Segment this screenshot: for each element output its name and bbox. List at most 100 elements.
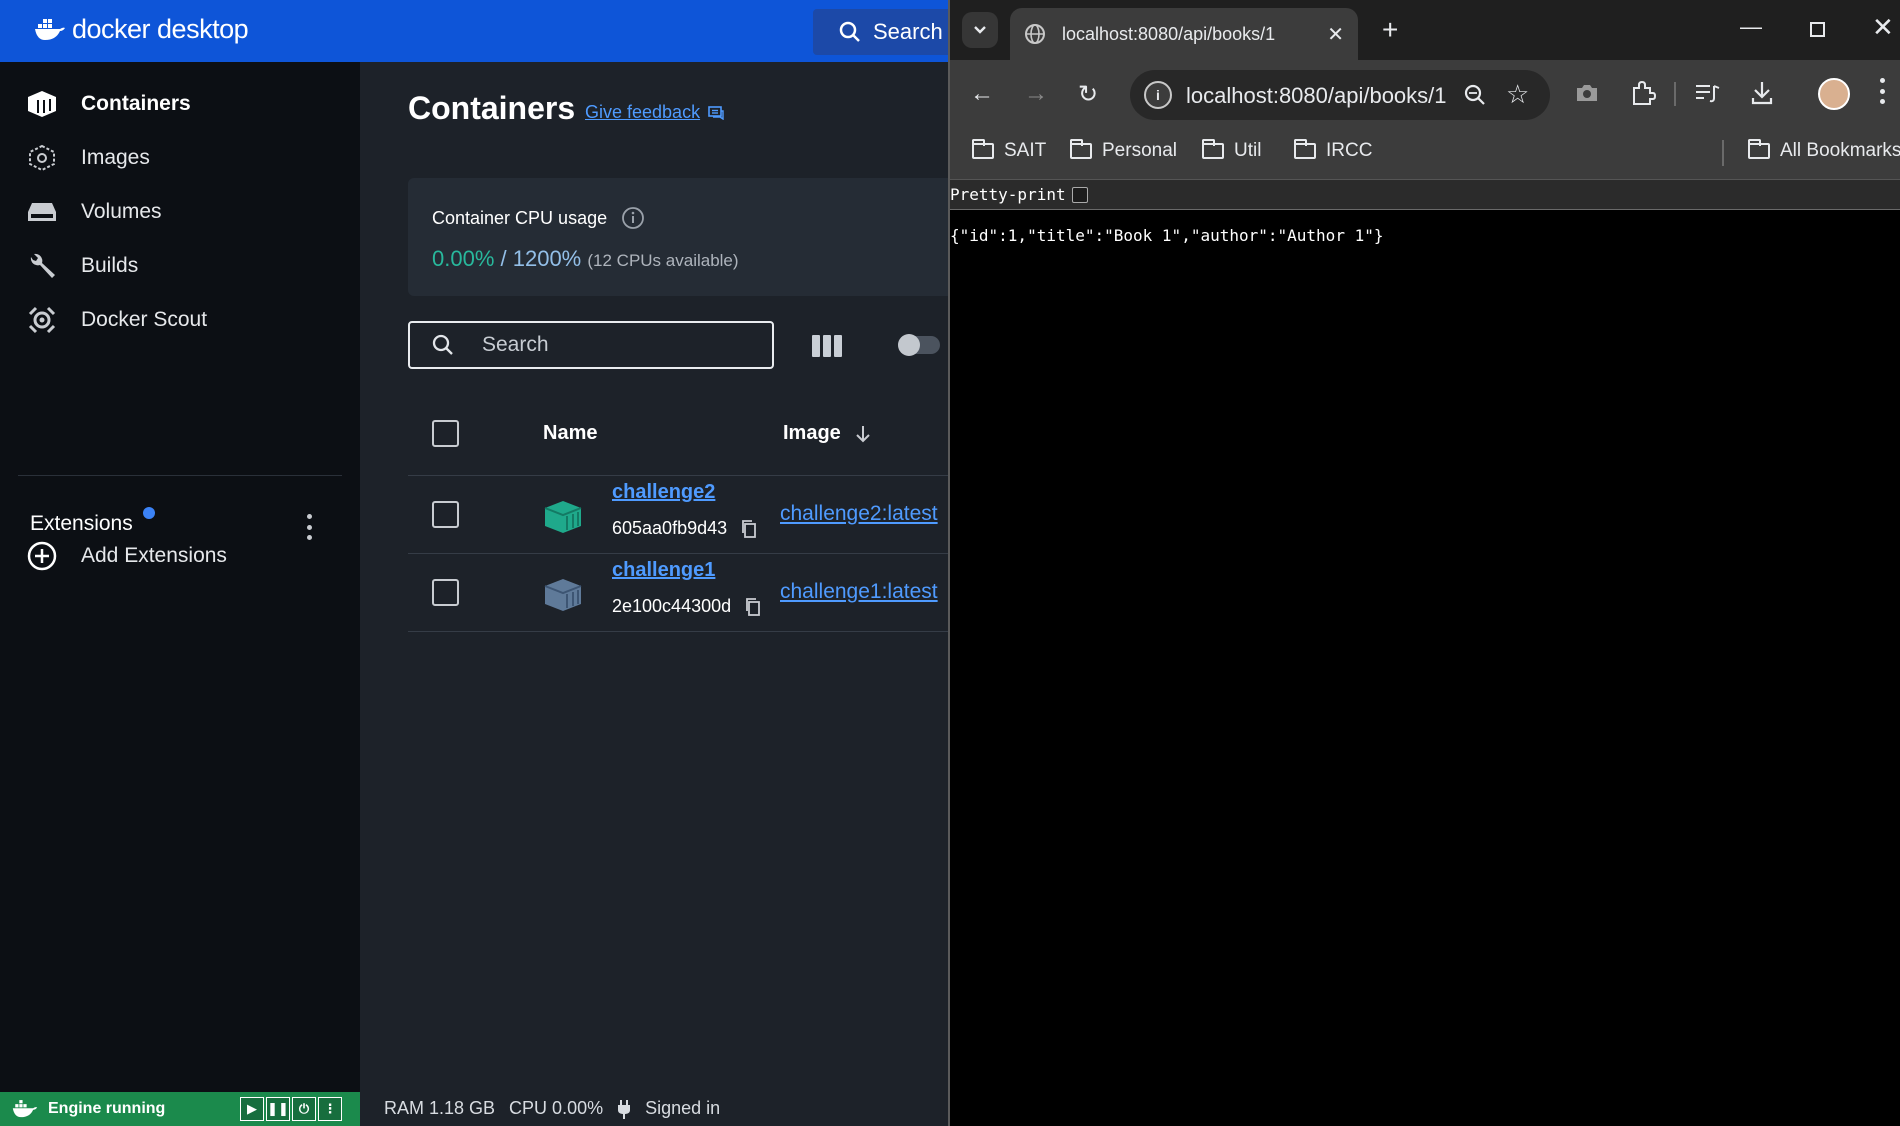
docker-scout-icon <box>25 303 59 337</box>
docker-logo[interactable]: docker desktop <box>34 14 249 45</box>
close-window-icon[interactable]: ✕ <box>1872 12 1894 43</box>
cpu-stat: CPU 0.00% <box>509 1098 604 1118</box>
container-name-link[interactable]: challenge2 <box>612 481 715 504</box>
bookmark-label: IRCC <box>1326 140 1373 161</box>
sidebar-item-docker-scout[interactable]: Docker Scout <box>0 294 360 346</box>
table-divider <box>408 475 948 476</box>
container-id-text: 605aa0fb9d43 <box>612 518 728 538</box>
url-text[interactable]: localhost:8080/api/books/1 <box>1186 83 1447 109</box>
sidebar-item-builds[interactable]: Builds <box>0 240 360 292</box>
all-bookmarks-label: All Bookmarks <box>1780 140 1900 161</box>
copy-icon[interactable] <box>741 519 757 538</box>
json-response: {"id":1,"title":"Book 1","author":"Autho… <box>950 226 1384 245</box>
pretty-print-checkbox[interactable] <box>1071 186 1088 203</box>
table-divider <box>408 553 948 554</box>
table-divider <box>408 631 948 632</box>
sidebar-item-containers[interactable]: Containers <box>0 78 360 130</box>
container-running-icon <box>544 501 582 533</box>
search-placeholder: Search <box>482 333 549 356</box>
sidebar-item-label: Docker Scout <box>81 308 208 331</box>
bookmark-folder-ircc[interactable]: IRCC <box>1294 139 1373 162</box>
cpu-separator: / <box>494 246 513 271</box>
container-id: 605aa0fb9d43 <box>612 518 757 539</box>
show-running-toggle[interactable] <box>898 334 940 356</box>
back-icon[interactable]: ← <box>970 80 994 108</box>
container-name-link[interactable]: challenge1 <box>612 559 715 582</box>
column-header-image-label: Image <box>783 422 841 444</box>
zoom-icon[interactable] <box>1464 84 1486 106</box>
all-bookmarks-button[interactable]: All Bookmarks <box>1748 139 1900 162</box>
address-bar[interactable]: i localhost:8080/api/books/1 ☆ <box>1130 70 1550 120</box>
app-name: docker desktop <box>72 14 249 44</box>
camera-icon[interactable] <box>1574 82 1600 104</box>
more-icon[interactable]: ⋮ <box>318 1097 342 1121</box>
docker-whale-icon <box>12 1100 38 1118</box>
engine-status[interactable]: Engine running ▶ ❚❚ ⏻ ⋮ <box>0 1092 360 1126</box>
engine-status-label: Engine running <box>48 1100 166 1117</box>
reload-icon[interactable]: ↻ <box>1078 80 1098 109</box>
active-tab[interactable]: localhost:8080/api/books/1 ✕ <box>1010 8 1358 60</box>
copy-icon[interactable] <box>745 597 761 616</box>
container-image-link[interactable]: challenge1:latest <box>780 580 938 604</box>
info-icon[interactable] <box>621 206 645 230</box>
maximize-icon[interactable] <box>1810 22 1825 37</box>
profile-avatar[interactable] <box>1818 78 1850 110</box>
bookmark-folder-personal[interactable]: Personal <box>1070 139 1177 162</box>
columns-icon[interactable] <box>812 335 842 357</box>
tab-title: localhost:8080/api/books/1 <box>1062 23 1276 44</box>
container-search-input[interactable]: Search <box>408 321 774 369</box>
row-checkbox[interactable] <box>432 579 459 606</box>
extensions-puzzle-icon[interactable] <box>1630 80 1656 106</box>
builds-icon <box>25 249 59 283</box>
site-info-icon[interactable]: i <box>1144 81 1172 109</box>
engine-controls: ▶ ❚❚ ⏻ ⋮ <box>240 1097 342 1121</box>
sidebar-item-label: Builds <box>81 254 139 277</box>
bookmark-star-icon[interactable]: ☆ <box>1506 79 1529 110</box>
close-tab-icon[interactable]: ✕ <box>1327 22 1344 47</box>
add-circle-icon <box>25 539 59 573</box>
bookmarks-separator <box>1722 140 1724 166</box>
search-icon <box>839 21 860 42</box>
sidebar-item-volumes[interactable]: Volumes <box>0 186 360 238</box>
header-search-button[interactable]: Search <box>813 9 948 55</box>
bookmark-folder-sait[interactable]: SAIT <box>972 139 1046 162</box>
container-stopped-icon <box>544 579 582 611</box>
browser-menu-icon[interactable] <box>1880 78 1886 104</box>
container-id: 2e100c44300d <box>612 596 761 617</box>
power-icon[interactable]: ⏻ <box>292 1097 316 1121</box>
tab-search-button[interactable] <box>962 12 998 48</box>
ram-stat: RAM 1.18 GB <box>384 1098 496 1118</box>
add-extensions-button[interactable]: Add Extensions <box>0 530 360 582</box>
media-queue-icon[interactable] <box>1694 82 1720 104</box>
cpu-usage-label: Container CPU usage <box>432 207 608 228</box>
bookmark-label: Util <box>1234 140 1262 161</box>
pretty-print-bar: Pretty-print <box>950 180 1900 210</box>
docker-desktop-window: docker desktop Search Containers Images … <box>0 0 948 1126</box>
images-icon <box>25 141 59 175</box>
docker-whale-icon <box>35 18 65 40</box>
folder-icon <box>1294 139 1316 159</box>
container-image-link[interactable]: challenge2:latest <box>780 502 938 526</box>
minimize-icon[interactable]: — <box>1740 14 1762 40</box>
cpu-used-value: 0.00% <box>432 246 495 271</box>
column-header-name[interactable]: Name <box>543 422 597 445</box>
select-all-checkbox[interactable] <box>432 420 459 447</box>
cpu-note: (12 CPUs available) <box>587 251 739 270</box>
pretty-print-label: Pretty-print <box>950 185 1066 204</box>
pause-icon[interactable]: ❚❚ <box>266 1097 290 1121</box>
forward-icon[interactable]: → <box>1024 80 1048 108</box>
column-header-image[interactable]: Image <box>783 422 871 445</box>
download-icon[interactable] <box>1750 80 1774 106</box>
give-feedback-link[interactable]: Give feedback <box>585 102 724 123</box>
play-icon[interactable]: ▶ <box>240 1097 264 1121</box>
search-icon <box>432 334 453 355</box>
sidebar-item-images[interactable]: Images <box>0 132 360 184</box>
new-tab-icon[interactable]: + <box>1382 14 1398 46</box>
add-extensions-label: Add Extensions <box>81 544 227 567</box>
header-search-label: Search <box>873 19 943 44</box>
notification-dot <box>143 507 155 519</box>
bookmarks-bar: SAIT Personal Util IRCC All Bookmarks <box>950 128 1900 180</box>
row-checkbox[interactable] <box>432 501 459 528</box>
feedback-icon <box>708 105 724 120</box>
bookmark-folder-util[interactable]: Util <box>1202 139 1262 162</box>
